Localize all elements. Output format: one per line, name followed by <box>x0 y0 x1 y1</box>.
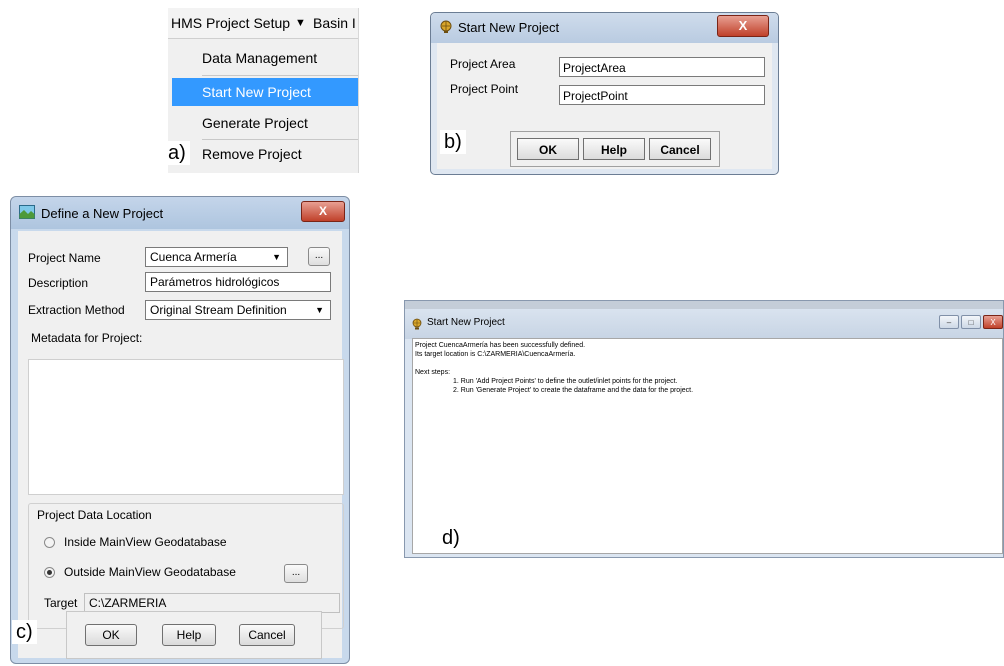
menu-item-label: Generate Project <box>202 115 308 131</box>
outside-geodatabase-label[interactable]: Outside MainView Geodatabase <box>64 565 236 579</box>
target-label: Target <box>44 596 78 610</box>
panel-label-c: c) <box>12 620 37 644</box>
target-path-field: C:\ZARMERIA <box>84 593 340 613</box>
metadata-textarea[interactable] <box>28 359 344 495</box>
close-button[interactable]: X <box>983 315 1003 329</box>
message-line: 1. Run 'Add Project Points' to define th… <box>453 378 678 385</box>
group-label: Project Data Location <box>37 508 152 522</box>
menu-item-label: Start New Project <box>202 84 311 100</box>
ok-button[interactable]: OK <box>85 624 137 646</box>
description-label: Description <box>28 276 89 290</box>
message-text-area[interactable]: Project CuencaArmería has been successfu… <box>412 338 1003 554</box>
message-line: Project CuencaArmería has been successfu… <box>415 342 586 349</box>
project-name-combobox[interactable]: Cuenca Armería ▼ <box>145 247 288 267</box>
message-line: Its target location is C:\ZARMERIA\Cuenc… <box>415 351 576 358</box>
close-button[interactable]: X <box>717 15 769 37</box>
dialog-title-bar[interactable]: Define a New Project X <box>11 197 349 229</box>
inside-geodatabase-label[interactable]: Inside MainView Geodatabase <box>64 535 227 549</box>
globe-icon <box>411 317 423 330</box>
project-area-input[interactable]: ProjectArea <box>559 57 765 77</box>
cancel-button[interactable]: Cancel <box>649 138 711 160</box>
window-title: Start New Project <box>427 317 505 328</box>
dialog-body: Project Area ProjectArea Project Point P… <box>437 43 772 169</box>
ok-button[interactable]: OK <box>517 138 579 160</box>
extraction-method-label: Extraction Method <box>28 303 125 317</box>
dialog-title-bar[interactable]: Start New Project X <box>431 13 778 43</box>
maximize-button[interactable]: □ <box>961 315 981 329</box>
project-point-input[interactable]: ProjectPoint <box>559 85 765 105</box>
menu-item-generate-project[interactable]: Generate Project <box>172 109 358 137</box>
project-name-browse-button[interactable]: ... <box>308 247 330 266</box>
start-new-project-dialog: Start New Project X Project Area Project… <box>430 12 779 175</box>
location-browse-button[interactable]: ... <box>284 564 308 583</box>
dialog-body: Project Name Cuenca Armería ▼ ... Descri… <box>18 231 344 659</box>
menu-bar: HMS Project Setup ▼ Basin I <box>168 8 358 39</box>
cancel-button[interactable]: Cancel <box>239 624 295 646</box>
menu-item-label: Data Management <box>202 50 318 66</box>
define-new-project-dialog: Define a New Project X Project Name Cuen… <box>10 196 350 664</box>
start-new-project-message-window: Start New Project – □ X Project CuencaAr… <box>404 300 1004 558</box>
project-area-label: Project Area <box>450 57 516 71</box>
project-name-label: Project Name <box>28 251 101 265</box>
description-input[interactable]: Parámetros hidrológicos <box>145 272 331 292</box>
basin-menu-title[interactable]: Basin I <box>313 8 356 38</box>
dropdown-caret-icon[interactable]: ▼ <box>295 8 306 38</box>
chevron-down-icon[interactable]: ▼ <box>315 301 324 319</box>
project-point-label: Project Point <box>450 82 519 96</box>
globe-icon <box>439 20 453 34</box>
extraction-method-select[interactable]: Original Stream Definition ▼ <box>145 300 331 320</box>
message-line: Next steps: <box>415 369 451 376</box>
minimize-button[interactable]: – <box>939 315 959 329</box>
metadata-label: Metadata for Project: <box>31 331 143 345</box>
chevron-down-icon[interactable]: ▼ <box>272 248 281 266</box>
dialog-title: Start New Project <box>458 20 560 35</box>
menu-item-label: Remove Project <box>202 146 302 162</box>
close-button[interactable]: X <box>301 201 345 222</box>
help-button[interactable]: Help <box>583 138 645 160</box>
menu-separator <box>202 75 358 76</box>
hms-project-setup-menu: HMS Project Setup ▼ Basin I Data Managem… <box>168 8 359 173</box>
menu-item-data-management[interactable]: Data Management <box>172 44 358 72</box>
message-line: 2. Run 'Generate Project' to create the … <box>453 387 694 394</box>
outside-geodatabase-radio[interactable] <box>44 567 55 578</box>
inside-geodatabase-radio[interactable] <box>44 537 55 548</box>
extraction-method-value: Original Stream Definition <box>150 303 287 317</box>
panel-label-a: a) <box>164 141 190 165</box>
dialog-title: Define a New Project <box>41 206 164 221</box>
button-group: OK Help Cancel <box>66 611 322 659</box>
project-name-value: Cuenca Armería <box>150 250 237 264</box>
window-title-bar[interactable]: Start New Project – □ X <box>405 309 1003 339</box>
background-window-edge <box>405 301 1003 309</box>
menu-item-remove-project[interactable]: Remove Project <box>172 140 358 168</box>
hms-project-setup-menu-title[interactable]: HMS Project Setup <box>171 8 290 38</box>
help-button[interactable]: Help <box>162 624 216 646</box>
map-icon <box>19 205 35 219</box>
panel-label-d: d) <box>438 526 464 550</box>
menu-item-start-new-project[interactable]: Start New Project <box>172 78 358 106</box>
panel-label-b: b) <box>440 130 466 154</box>
button-group: OK Help Cancel <box>510 131 720 167</box>
